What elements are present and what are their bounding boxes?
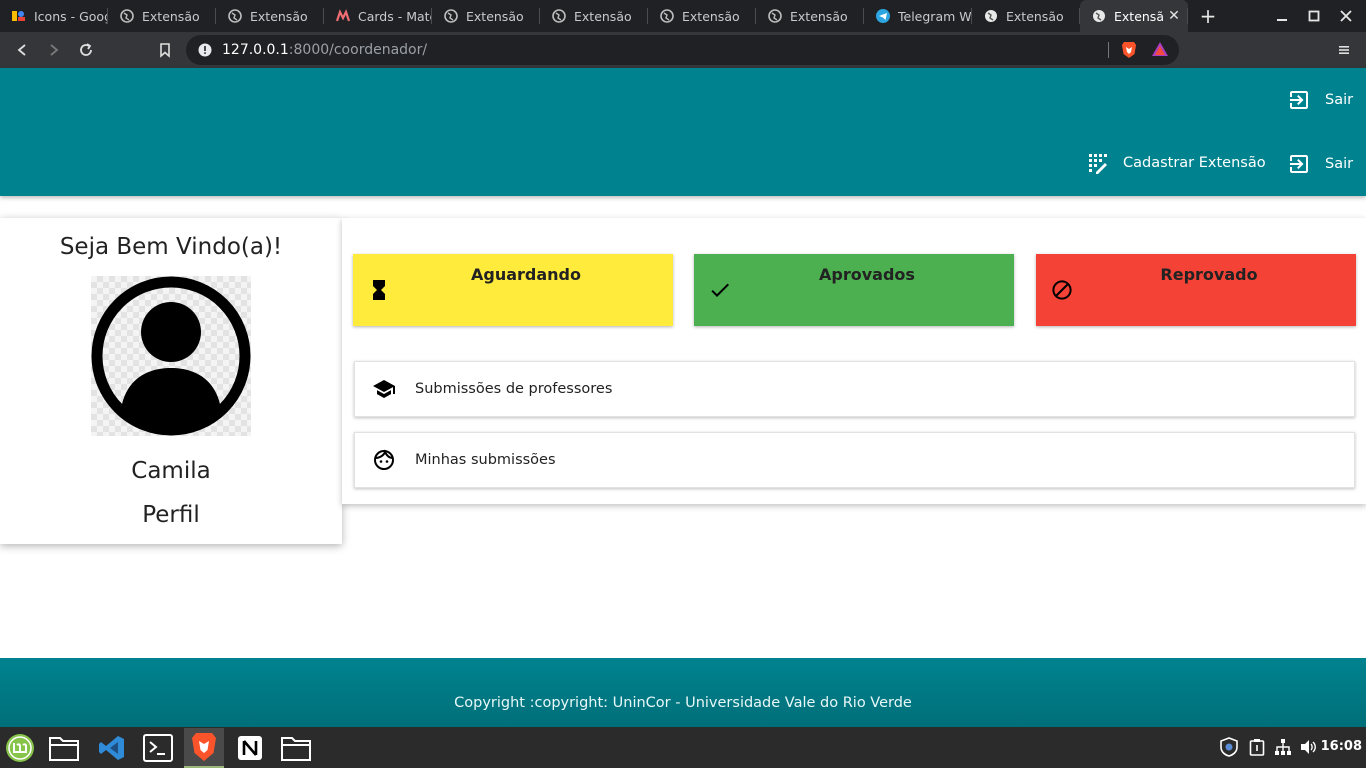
browser-tab[interactable]: Icons - Google Fonts (0, 0, 108, 32)
globe-icon (660, 9, 674, 23)
url-host: 127.0.0.1 (222, 42, 289, 58)
globe-icon (984, 9, 998, 23)
tab-label: Telegram Web (898, 8, 972, 24)
os-taskbar: 16:08 (0, 727, 1366, 768)
tab-label: Extensão (142, 8, 200, 24)
globe-icon (444, 9, 458, 23)
welcome-heading: Seja Bem Vindo(a)! (59, 234, 283, 260)
terminal-icon[interactable] (138, 728, 178, 768)
clock: 16:08 (1320, 739, 1362, 754)
globe-icon (1092, 9, 1106, 23)
status-card-approved[interactable]: Aprovados (694, 254, 1014, 326)
logout-label: Sair (1325, 92, 1354, 108)
app-header: Sair Cadastrar Extensão Sair (0, 68, 1366, 196)
maximize-window-icon[interactable] (1298, 0, 1330, 32)
face-icon (372, 448, 396, 472)
globe-icon (552, 9, 566, 23)
address-bar[interactable]: 127.0.0.1:8000/coordenador/ (186, 35, 1179, 65)
brave-rewards-icon[interactable] (1151, 41, 1169, 57)
tab-label: Extensão (1006, 8, 1064, 24)
folder-icon[interactable] (276, 728, 316, 768)
telegram-icon (876, 9, 890, 23)
brave-icon[interactable] (184, 728, 224, 768)
mint-menu-icon[interactable] (0, 728, 40, 768)
tab-label: Extensão (574, 8, 632, 24)
volume-icon[interactable] (1298, 737, 1318, 757)
logout-icon (1290, 91, 1308, 109)
logout-link-top[interactable]: Sair (1287, 88, 1353, 112)
close-window-icon[interactable] (1330, 0, 1362, 32)
register-extension-label: Cadastrar Extensão (1123, 155, 1266, 171)
tab-label: Extensão (790, 8, 848, 24)
list-item-label: Submissões de professores (415, 381, 613, 397)
reload-icon[interactable] (74, 38, 98, 62)
notion-icon[interactable] (230, 728, 270, 768)
tab-label: Extensão (466, 8, 524, 24)
back-icon[interactable] (10, 38, 34, 62)
new-tab-button[interactable]: + (1188, 0, 1228, 32)
browser-tab-active[interactable]: Extensão ✕ (1080, 0, 1188, 32)
url-path: :8000/coordenador/ (288, 42, 428, 58)
vscode-icon[interactable] (92, 728, 132, 768)
profile-card: Seja Bem Vindo(a)! Camila Perfil (0, 218, 342, 544)
minimize-window-icon[interactable] (1266, 0, 1298, 32)
tab-label: Extensão (682, 8, 740, 24)
logout-link[interactable]: Sair (1287, 152, 1353, 176)
globe-icon (228, 9, 242, 23)
page-footer: Copyright :copyright: UninCor - Universi… (0, 658, 1366, 727)
list-item-my-submissions[interactable]: Minhas submissões (354, 432, 1355, 488)
dashboard-panel: Aguardando Aprovados Reprovado Submissõe… (342, 218, 1366, 504)
browser-tab[interactable]: Cards - Materialize (324, 0, 432, 32)
materialize-icon (336, 9, 350, 23)
shield-icon[interactable] (1219, 737, 1239, 757)
tab-label: Cards - Materialize (358, 8, 432, 24)
status-card-label: Aprovados (819, 265, 915, 284)
site-info-icon[interactable] (198, 43, 212, 57)
status-card-label: Reprovado (1160, 265, 1258, 284)
status-card-waiting[interactable]: Aguardando (353, 254, 673, 326)
browser-tab[interactable]: Extensão (972, 0, 1080, 32)
browser-tab[interactable]: Extensão (648, 0, 756, 32)
status-card-rejected[interactable]: Reprovado (1036, 254, 1356, 326)
network-icon[interactable] (1273, 737, 1293, 757)
google-fonts-icon (12, 9, 26, 23)
list-item-professor-submissions[interactable]: Submissões de professores (354, 361, 1355, 417)
qr-code-scanner-icon (1089, 154, 1107, 174)
clipboard-icon[interactable] (1247, 737, 1267, 757)
browser-tab[interactable]: Extensão (432, 0, 540, 32)
list-item-label: Minhas submissões (415, 452, 556, 468)
forward-icon[interactable] (42, 38, 66, 62)
browser-tab[interactable]: Telegram Web (864, 0, 972, 32)
browser-tab[interactable]: Extensão (756, 0, 864, 32)
tab-label: Icons - Google Fonts (34, 8, 108, 24)
logout-icon (1290, 155, 1308, 173)
register-extension-link[interactable]: Cadastrar Extensão (1087, 152, 1266, 174)
browser-toolbar: 127.0.0.1:8000/coordenador/ (0, 32, 1366, 68)
brave-shields-icon[interactable] (1121, 41, 1137, 59)
divider (1108, 42, 1109, 58)
tab-label: Extensão (1114, 8, 1164, 24)
status-card-label: Aguardando (471, 265, 581, 284)
tab-label: Extensão (250, 8, 308, 24)
logout-label: Sair (1325, 156, 1354, 172)
globe-icon (768, 9, 782, 23)
profile-link[interactable]: Perfil (0, 502, 342, 528)
bookmark-icon[interactable] (153, 38, 177, 62)
files-icon[interactable] (44, 728, 84, 768)
browser-tab[interactable]: Extensão (216, 0, 324, 32)
globe-icon (120, 9, 134, 23)
browser-menu-icon[interactable] (1332, 38, 1356, 62)
close-tab-icon[interactable]: ✕ (1166, 8, 1182, 24)
user-name: Camila (131, 458, 211, 484)
browser-tab[interactable]: Extensão (540, 0, 648, 32)
account-circle-icon (91, 276, 251, 436)
school-icon (372, 377, 396, 401)
browser-tab[interactable]: Extensão (108, 0, 216, 32)
footer-copyright: Copyright :copyright: UninCor - Universi… (454, 694, 912, 711)
browser-tab-bar: Icons - Google Fonts Extensão Extensão C… (0, 0, 1366, 32)
avatar (91, 276, 251, 436)
